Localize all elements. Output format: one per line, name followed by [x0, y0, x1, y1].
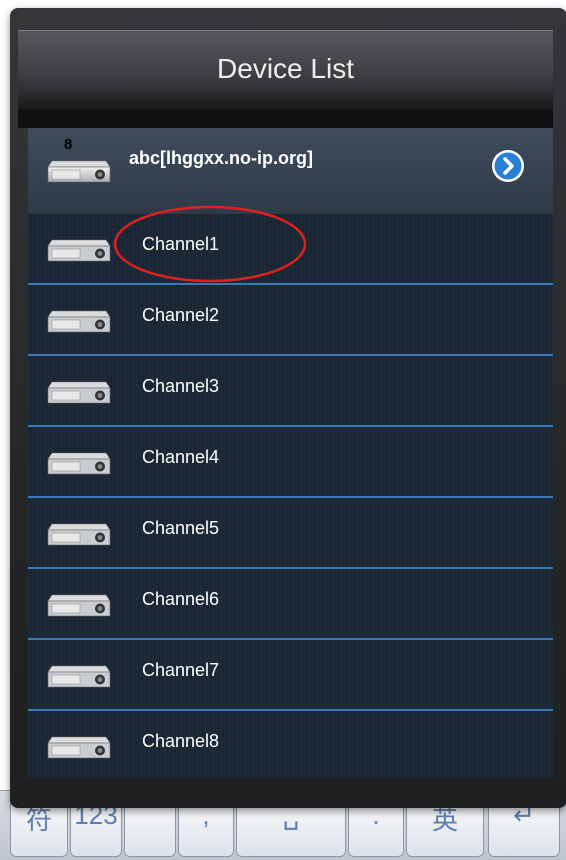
channel-row-2[interactable]: Channel2	[28, 285, 553, 356]
channel-row-8[interactable]: Channel8	[28, 711, 553, 782]
channel-list: Channel1 Channel2 Channel3 Channel4 Chan…	[28, 214, 553, 778]
device-name: abc[lhggxx.no-ip.org]	[129, 148, 313, 168]
dvr-icon	[47, 594, 111, 617]
channel-label: Channel2	[142, 305, 220, 325]
channel-row-7[interactable]: Channel7	[28, 640, 553, 711]
device-row[interactable]: 8 abc[lhggxx.no-ip.org]	[28, 128, 553, 214]
dvr-icon	[47, 310, 111, 333]
channel-label: Channel5	[142, 518, 220, 538]
channel-label: Channel6	[142, 589, 220, 609]
channel-row-6[interactable]: Channel6	[28, 569, 553, 640]
channel-label: Channel3	[142, 376, 220, 396]
chevron-right-icon[interactable]	[490, 148, 526, 184]
dvr-icon	[47, 239, 111, 262]
channel-label: Channel4	[142, 447, 220, 467]
dvr-icon	[47, 381, 111, 404]
dvr-icon	[47, 665, 111, 688]
dvr-icon	[47, 160, 111, 183]
channel-count-badge: 8	[64, 136, 73, 153]
header-separator	[18, 110, 553, 128]
title-bar: Device List	[18, 30, 553, 110]
channel-label: Channel8	[142, 731, 220, 751]
dvr-icon	[47, 452, 111, 475]
channel-row-1[interactable]: Channel1	[28, 214, 553, 285]
channel-row-5[interactable]: Channel5	[28, 498, 553, 569]
page-title: Device List	[217, 53, 354, 84]
channel-row-4[interactable]: Channel4	[28, 427, 553, 498]
channel-row-3[interactable]: Channel3	[28, 356, 553, 427]
dvr-icon	[47, 736, 111, 759]
dvr-icon	[47, 523, 111, 546]
channel-label: Channel7	[142, 660, 220, 680]
channel-label: Channel1	[142, 234, 220, 254]
